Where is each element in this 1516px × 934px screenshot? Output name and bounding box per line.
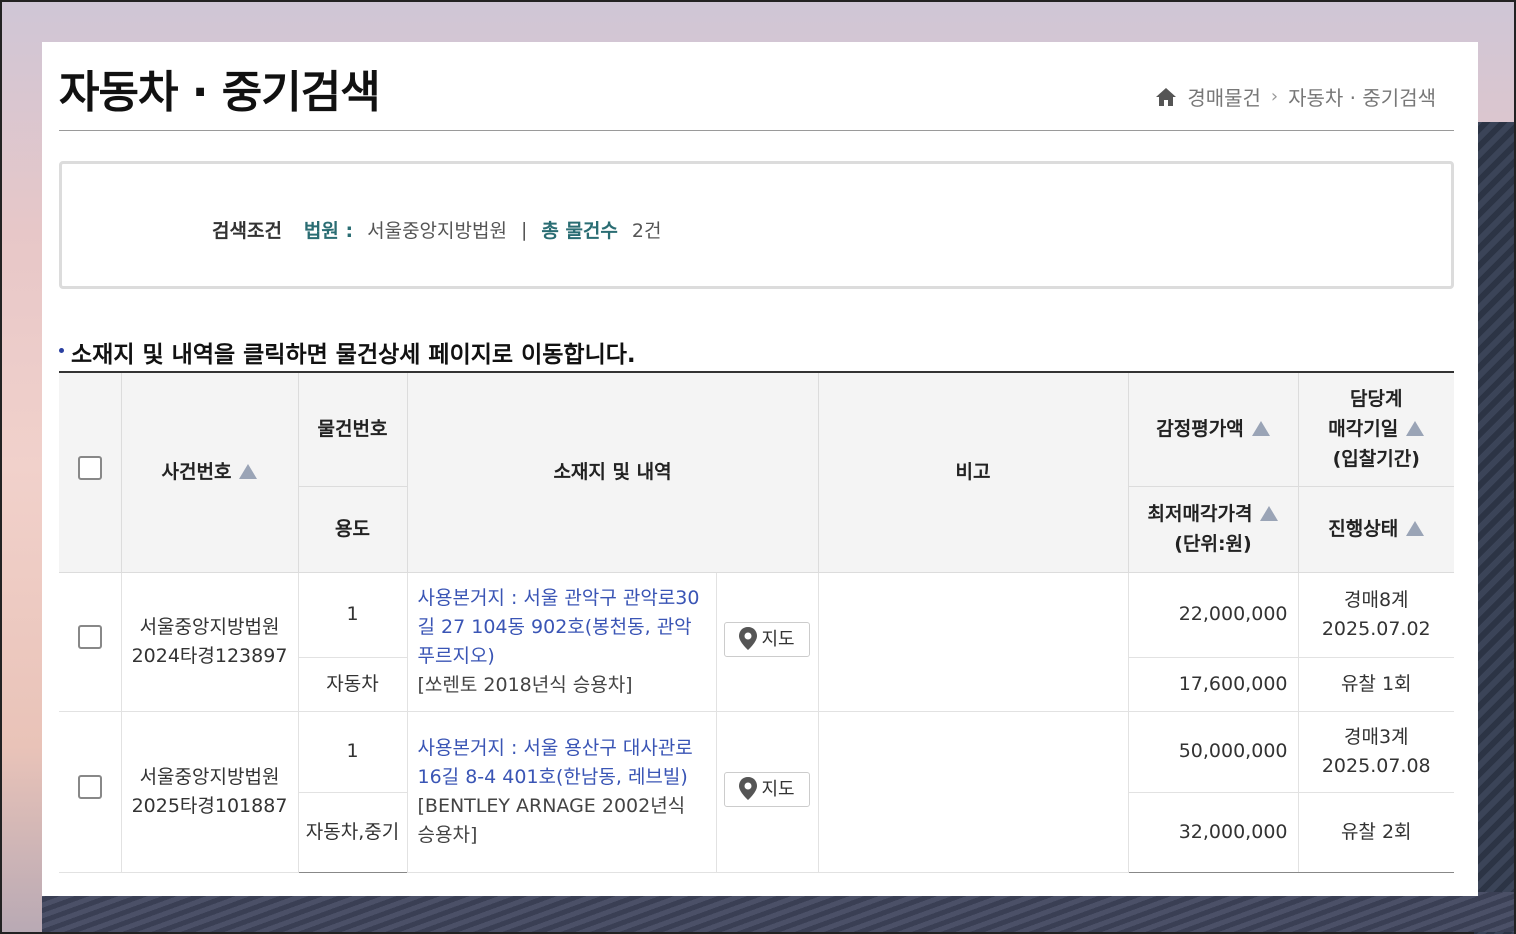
dept-date-cell: 경매3계 2025.07.08 [1297, 710, 1454, 793]
status-cell: 유찰 1회 [1297, 656, 1454, 712]
court-value: 서울중앙지방법원 [367, 220, 507, 242]
appraisal-cell: 22,000,000 [1127, 571, 1299, 658]
chevron-right-icon: › [1270, 86, 1279, 107]
content-panel: 자동차 · 중기검색 경매물건 › 자동차 · 중기검색 검색조건 법원 : 서… [42, 42, 1478, 896]
map-button[interactable]: 지도 [724, 621, 810, 657]
home-icon[interactable] [1155, 87, 1177, 107]
header-appraisal[interactable]: 감정평가액 [1127, 372, 1299, 487]
status-cell: 유찰 2회 [1297, 791, 1454, 873]
court-key: 법원 : [303, 220, 354, 242]
search-label: 검색조건 [212, 220, 282, 242]
item-description[interactable]: [쏘렌토 2018년식 승용차] [418, 671, 706, 700]
map-button[interactable]: 지도 [724, 771, 810, 807]
item-no-cell: 1 [297, 571, 408, 658]
search-conditions-box: 검색조건 법원 : 서울중앙지방법원 | 총 물건수 2건 [59, 161, 1454, 289]
header-select-all [59, 372, 122, 573]
dept-date-cell: 경매8계 2025.07.02 [1297, 571, 1454, 658]
table-row: 서울중앙지방법원 2025타경101887 1 사용본거지 : 서울 용산구 대… [59, 710, 1454, 873]
notice-text: 소재지 및 내역을 클릭하면 물건상세 페이지로 이동합니다. [59, 335, 1454, 371]
item-no-cell: 1 [297, 710, 408, 793]
title-row: 자동차 · 중기검색 경매물건 › 자동차 · 중기검색 [59, 42, 1454, 131]
header-remarks: 비고 [817, 372, 1129, 573]
appraisal-cell: 50,000,000 [1127, 710, 1299, 793]
background-roof-bottom [42, 892, 1514, 932]
header-item-no: 물건번호 [297, 372, 408, 487]
row-checkbox[interactable] [77, 625, 102, 649]
address-cell[interactable]: 사용본거지 : 서울 관악구 관악로30길 27 104동 902호(봉천동, … [406, 571, 717, 712]
header-location: 소재지 및 내역 [406, 372, 819, 573]
usage-cell: 자동차,중기 [298, 791, 408, 873]
total-key: 총 물건수 [541, 220, 618, 242]
background-roof [1474, 122, 1514, 934]
sort-up-icon[interactable] [1251, 421, 1270, 437]
sort-up-icon[interactable] [1406, 521, 1425, 536]
sort-up-icon[interactable] [239, 464, 258, 480]
address-link[interactable]: 사용본거지 : 서울 용산구 대사관로16길 8-4 401호(한남동, 레브빌… [418, 734, 706, 792]
remarks-cell [817, 710, 1129, 873]
page-title: 자동차 · 중기검색 [59, 67, 381, 118]
search-conditions: 검색조건 법원 : 서울중앙지방법원 | 총 물건수 2건 [212, 216, 661, 243]
sort-up-icon[interactable] [1406, 421, 1425, 437]
case-cell: 서울중앙지방법원 2025타경101887 [120, 710, 299, 873]
min-price-cell: 32,000,000 [1127, 791, 1299, 873]
map-pin-icon [737, 776, 759, 802]
item-description[interactable]: [BENTLEY ARNAGE 2002년식 승용차] [418, 792, 706, 850]
header-usage: 용도 [298, 486, 408, 573]
usage-cell: 자동차 [298, 656, 408, 712]
breadcrumb-root[interactable]: 경매물건 [1187, 82, 1261, 111]
divider: | [520, 218, 528, 241]
address-link[interactable]: 사용본거지 : 서울 관악구 관악로30길 27 104동 902호(봉천동, … [418, 584, 706, 671]
total-value: 2건 [631, 220, 662, 242]
breadcrumb-current: 자동차 · 중기검색 [1288, 86, 1436, 110]
case-cell: 서울중앙지방법원 2024타경123897 [120, 571, 299, 712]
breadcrumb: 경매물건 › 자동차 · 중기검색 [1155, 82, 1436, 111]
address-cell[interactable]: 사용본거지 : 서울 용산구 대사관로16길 8-4 401호(한남동, 레브빌… [406, 710, 717, 873]
sort-up-icon[interactable] [1260, 506, 1279, 521]
header-dept-date[interactable]: 담당계 매각기일 (입찰기간) [1297, 372, 1454, 487]
header-status[interactable]: 진행상태 [1297, 486, 1454, 573]
header-min-price[interactable]: 최저매각가격 (단위:원) [1127, 486, 1299, 573]
select-all-checkbox[interactable] [77, 455, 102, 480]
min-price-cell: 17,600,000 [1127, 656, 1299, 712]
map-pin-icon [737, 626, 759, 652]
results-table: 사건번호 물건번호 소재지 및 내역 비고 감정평가액 담당계 매각기일 (입찰… [59, 371, 1454, 873]
table-row: 서울중앙지방법원 2024타경123897 1 사용본거지 : 서울 관악구 관… [59, 571, 1454, 712]
header-case-no[interactable]: 사건번호 [120, 372, 299, 573]
row-checkbox[interactable] [77, 775, 102, 799]
remarks-cell [817, 571, 1129, 712]
